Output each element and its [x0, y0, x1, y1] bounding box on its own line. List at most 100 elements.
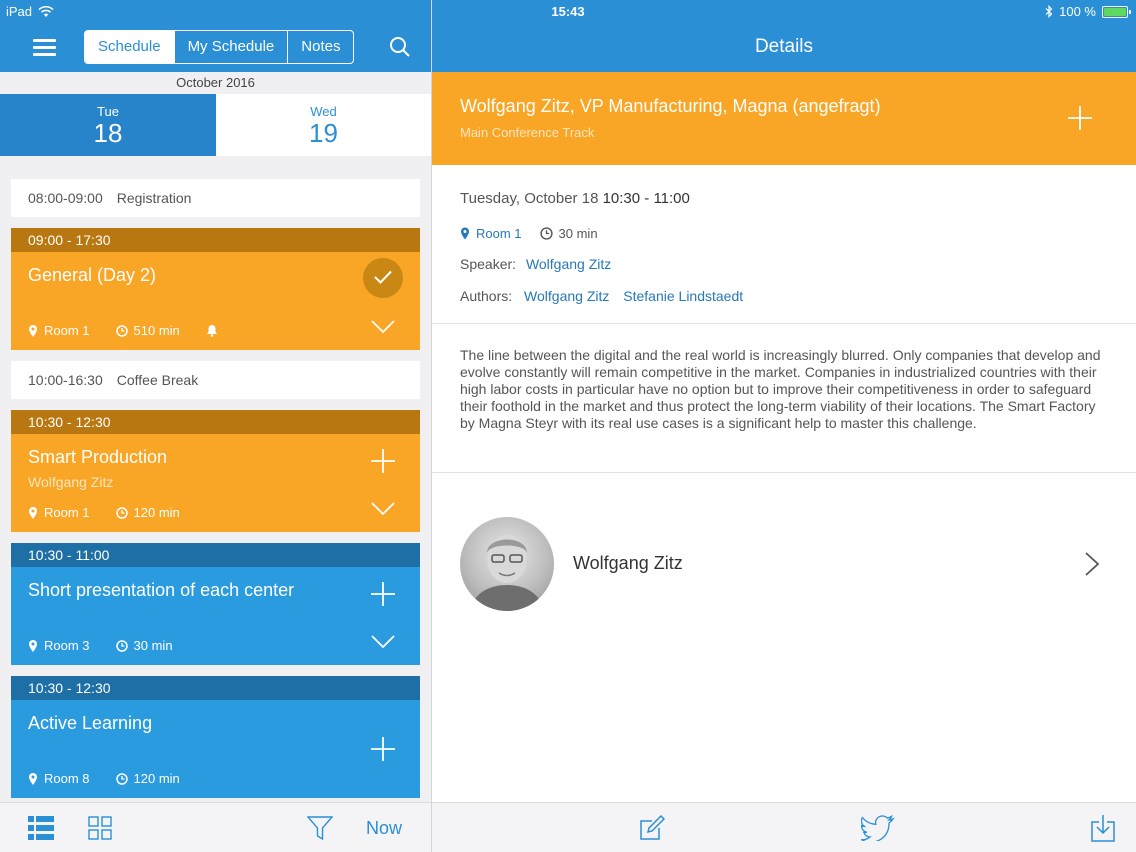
compose-icon[interactable] [639, 815, 665, 841]
speaker-label: Speaker: [460, 256, 517, 272]
detail-datetime: Tuesday, October 18 10:30 - 11:00 [460, 190, 690, 207]
detail-location-row: Room 1 30 min [460, 226, 598, 241]
session-title: Smart Production [28, 447, 168, 467]
session-smart-production[interactable]: 10:30 - 12:30 Smart Production Wolfgang … [11, 410, 420, 532]
day-tue-18[interactable]: Tue 18 [0, 94, 216, 156]
chevron-down-icon[interactable] [371, 635, 395, 649]
session-time: 08:00-09:00 [28, 190, 103, 206]
tab-notes[interactable]: Notes [287, 31, 353, 63]
clock-icon [115, 772, 128, 785]
session-duration: 120 min [133, 505, 180, 520]
session-active-learning[interactable]: 10:30 - 12:30 Active Learning Room 8 120… [11, 676, 420, 798]
session-room: Room 8 [44, 771, 90, 786]
clock-icon [115, 324, 128, 337]
location-pin-icon [29, 639, 37, 652]
session-description: The line between the digital and the rea… [460, 347, 1101, 431]
chevron-down-icon[interactable] [371, 320, 395, 334]
now-button[interactable]: Now [366, 818, 402, 839]
plus-icon[interactable] [370, 736, 396, 762]
plus-icon[interactable] [370, 581, 396, 607]
day-number: 18 [93, 118, 123, 148]
list-view-icon[interactable] [28, 816, 54, 840]
view-segmented-control: Schedule My Schedule Notes [84, 30, 355, 64]
author-link[interactable]: Stefanie Lindstaedt [623, 288, 743, 304]
session-time: 09:00 - 17:30 [11, 228, 420, 252]
session-detail-banner: Wolfgang Zitz, VP Manufacturing, Magna (… [432, 72, 1136, 165]
session-name: Coffee Break [116, 372, 199, 388]
tab-my-schedule[interactable]: My Schedule [173, 31, 288, 63]
speaker-card-name[interactable]: Wolfgang Zitz [573, 553, 683, 574]
session-general[interactable]: 09:00 - 17:30 General (Day 2) Room 1 510… [11, 228, 420, 350]
filter-icon[interactable] [307, 815, 333, 841]
session-time: 10:30 - 11:00 [11, 543, 420, 567]
author-link[interactable]: Wolfgang Zitz [524, 288, 609, 304]
month-label: October 2016 [176, 75, 255, 90]
added-check-button[interactable] [363, 258, 403, 298]
status-bar: iPad 15:43 100 % [0, 0, 1136, 24]
detail-title: Wolfgang Zitz, VP Manufacturing, Magna (… [460, 96, 881, 116]
left-toolbar: Now [0, 802, 431, 852]
session-time: 10:30 - 12:30 [11, 410, 420, 434]
session-coffee-break[interactable]: 10:00-16:30 Coffee Break [11, 361, 420, 399]
session-room: Room 1 [44, 505, 90, 520]
session-meta: Room 3 30 min [28, 638, 173, 653]
session-duration: 120 min [133, 771, 180, 786]
separator [432, 323, 1136, 324]
speaker-link[interactable]: Wolfgang Zitz [526, 256, 611, 272]
day-name: Tue [97, 104, 119, 119]
detail-speaker-row: Speaker: Wolfgang Zitz [460, 256, 611, 272]
detail-room-link[interactable]: Room 1 [476, 226, 522, 241]
session-meta: Room 1 510 min [28, 323, 218, 338]
twitter-icon[interactable] [861, 815, 895, 841]
status-right: 100 % [1045, 4, 1131, 19]
battery-percent: 100 % [1059, 4, 1096, 19]
chevron-down-icon[interactable] [371, 502, 395, 516]
session-room: Room 3 [44, 638, 90, 653]
detail-time: 10:30 - 11:00 [602, 190, 690, 207]
speaker-photo-icon [470, 535, 544, 611]
details-title: Details [432, 24, 1136, 72]
bluetooth-icon [1045, 5, 1053, 18]
session-meta: Room 1 120 min [28, 505, 180, 520]
separator [432, 472, 1136, 473]
status-time: 15:43 [551, 4, 585, 19]
tab-schedule[interactable]: Schedule [85, 31, 174, 63]
clock-icon [539, 227, 553, 240]
session-duration: 30 min [133, 638, 173, 653]
day-name: Wed [310, 104, 337, 119]
detail-track: Main Conference Track [460, 125, 595, 140]
session-time: 10:00-16:30 [28, 372, 103, 388]
detail-date: Tuesday, October 18 [460, 190, 599, 207]
avatar[interactable] [460, 517, 554, 611]
left-nav-bar: Schedule My Schedule Notes [0, 24, 431, 72]
session-room: Room 1 [44, 323, 90, 338]
session-title: General (Day 2) [28, 265, 157, 285]
session-short-presentation[interactable]: 10:30 - 11:00 Short presentation of each… [11, 543, 420, 665]
plus-icon[interactable] [370, 448, 396, 474]
hamburger-icon[interactable] [33, 39, 56, 57]
clock-icon [115, 639, 128, 652]
session-name: Registration [116, 190, 192, 206]
session-list: 08:00-09:00 Registration 09:00 - 17:30 Ge… [0, 156, 431, 798]
download-icon[interactable] [1091, 814, 1115, 842]
session-duration: 510 min [133, 323, 180, 338]
session-title: Active Learning [28, 713, 153, 733]
session-meta: Room 8 120 min [28, 771, 180, 786]
detail-authors-row: Authors: Wolfgang Zitz Stefanie Lindstae… [460, 288, 743, 304]
day-number: 19 [309, 118, 338, 148]
battery-icon [1102, 5, 1131, 18]
session-title: Short presentation of each center [28, 580, 295, 600]
authors-label: Authors: [460, 288, 513, 304]
search-icon[interactable] [389, 36, 411, 58]
grid-view-icon[interactable] [88, 816, 112, 840]
chevron-right-icon[interactable] [1084, 552, 1100, 576]
location-pin-icon [29, 506, 37, 519]
detail-duration: 30 min [558, 226, 598, 241]
right-toolbar [432, 802, 1136, 852]
clock-icon [115, 506, 128, 519]
session-registration[interactable]: 08:00-09:00 Registration [11, 179, 420, 217]
day-wed-19[interactable]: Wed 19 [216, 94, 431, 156]
bell-icon [206, 325, 217, 337]
plus-icon[interactable] [1067, 105, 1093, 131]
session-time: 10:30 - 12:30 [11, 676, 420, 700]
